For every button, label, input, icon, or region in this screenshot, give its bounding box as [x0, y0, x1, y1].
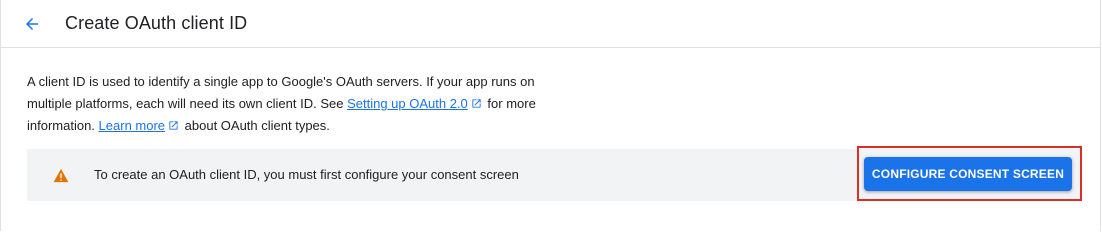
page-frame: Create OAuth client ID A client ID is us…	[0, 0, 1101, 231]
warning-icon	[53, 168, 69, 183]
arrow-back-icon	[26, 17, 38, 30]
back-button[interactable]	[20, 12, 44, 36]
page-header: Create OAuth client ID	[1, 0, 1100, 48]
page-title: Create OAuth client ID	[65, 13, 248, 33]
configure-consent-screen-button[interactable]: CONFIGURE CONSENT SCREEN	[864, 157, 1072, 191]
banner-message: To create an OAuth client ID, you must f…	[94, 167, 519, 182]
intro-paragraph: A client ID is used to identify a single…	[27, 71, 557, 137]
intro-text-3: about OAuth client types.	[181, 118, 330, 133]
external-link-icon	[169, 121, 178, 130]
setup-oauth-link[interactable]: Setting up OAuth 2.0	[347, 96, 468, 111]
external-link-icon	[472, 99, 481, 108]
learn-more-link[interactable]: Learn more	[99, 118, 165, 133]
